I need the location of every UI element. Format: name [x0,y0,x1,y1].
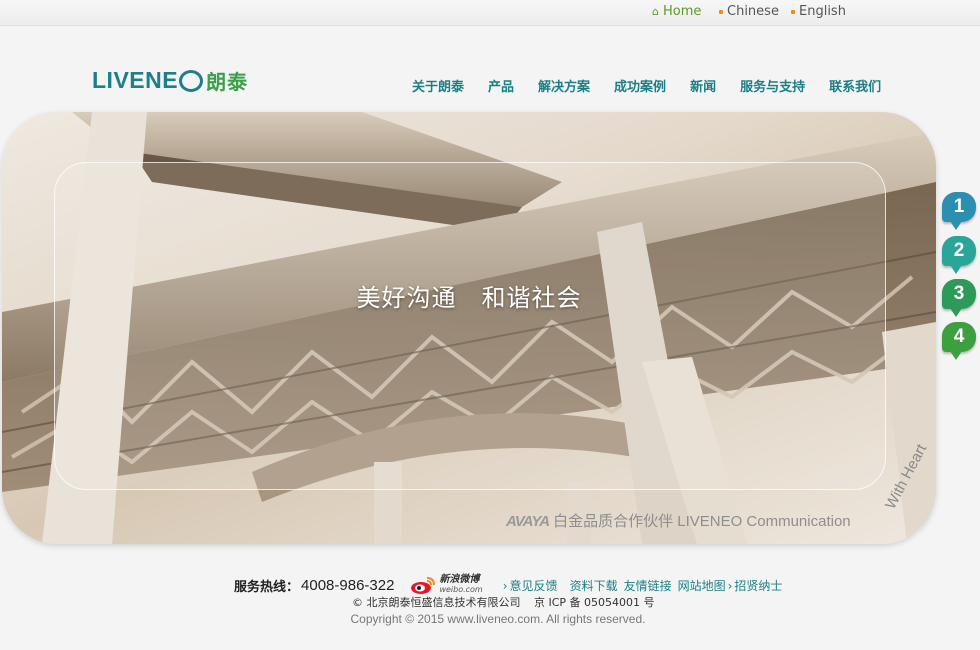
banner-slogan: 美好沟通 和谐社会 [356,284,582,312]
footer-company-row: © 北京朗泰恒盛信息技术有限公司 京 ICP 备 05054001 号 [352,594,665,610]
bullet-icon [791,9,795,14]
nav-news[interactable]: 新闻 [690,76,716,95]
copyright-text: Copyright © 2015 www.liveneo.com. All ri… [350,612,646,626]
chinese-label: Chinese [727,4,779,19]
footer-link-jobs[interactable]: › 招贤纳士 [728,577,783,594]
home-link[interactable]: ⌂ Home [652,4,701,19]
nav-support[interactable]: 服务与支持 [740,76,805,95]
footer-link-friends[interactable]: 友情链接 [624,577,672,594]
slide-button-2[interactable]: 2 [942,236,976,274]
weibo-cn-label: 新浪微博 [439,574,480,585]
slide-button-1[interactable]: 1 [942,192,976,230]
banner-frame [54,162,886,490]
nav-contact[interactable]: 联系我们 [829,76,881,95]
home-icon: ⌂ [652,5,659,18]
icp-number: 京 ICP 备 05054001 号 [534,596,655,609]
arrow-icon: › [502,578,508,593]
avaya-logo: AVAYA [506,513,550,530]
hero-banner[interactable]: 美好沟通 和谐社会 AVAYA 白金品质合作伙伴 LIVENEO Communic… [2,112,936,544]
slide-button-4[interactable]: 4 [942,322,976,360]
arrow-icon: › [727,578,733,593]
footer-link-feedback[interactable]: › 意见反馈 [503,577,558,594]
hotline-label: 服务热线： [234,579,300,595]
site-logo[interactable]: LIVENE 朗泰 [92,66,248,95]
partner-text: 白金品质合作伙伴 LIVENEO Communication [553,513,851,530]
footer-contact-row: 服务热线： 4008-986-322 新浪微博 weibo.com › 意见反馈 … [234,575,794,595]
nav-solutions[interactable]: 解决方案 [538,76,590,95]
footer-links: › 意见反馈 资料下载 友情链接 网站地图 › 招贤纳士 [503,577,795,594]
english-label: English [799,4,846,19]
nav-cases[interactable]: 成功案例 [614,76,666,95]
logo-chinese-text: 朗泰 [206,72,249,94]
chinese-link[interactable]: Chinese [719,4,779,19]
home-label: Home [662,4,702,19]
bullet-icon [719,9,723,14]
nav-products[interactable]: 产品 [488,76,514,95]
main-nav: 关于朗泰 产品 解决方案 成功案例 新闻 服务与支持 联系我们 [412,76,905,95]
weibo-link[interactable]: 新浪微博 weibo.com [410,574,483,595]
english-link[interactable]: English [791,4,846,19]
company-name: © 北京朗泰恒盛信息技术有限公司 [352,596,521,609]
weibo-icon [411,577,436,594]
footer-link-downloads[interactable]: 资料下载 [570,577,618,594]
hotline-number: 4008-986-322 [301,576,395,594]
nav-about[interactable]: 关于朗泰 [412,76,464,95]
logo-latin-text: LIVENE [92,67,179,93]
partner-caption: AVAYA 白金品质合作伙伴 LIVENEO Communication [506,510,851,531]
top-utility-bar: ⌂ Home Chinese English [0,0,980,26]
logo-o-mark [179,69,204,92]
slide-button-3[interactable]: 3 [942,279,976,317]
footer-link-sitemap[interactable]: 网站地图 [678,577,726,594]
